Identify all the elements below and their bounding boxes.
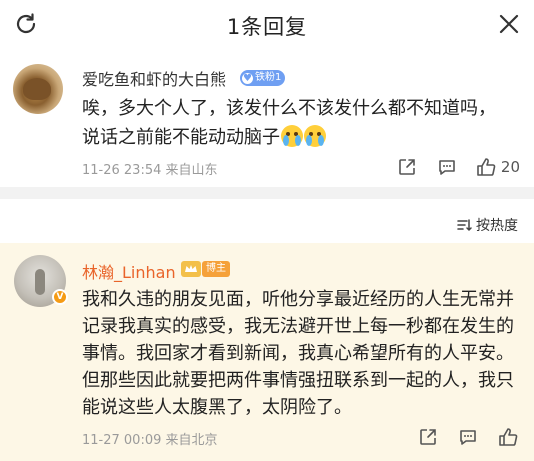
crying-face-icon — [281, 125, 303, 147]
reply-location: 来自北京 — [165, 433, 218, 448]
comment-text-line: 唉，多大个人了，该发什么不该发什么都不知道吗， — [82, 98, 496, 119]
comment-text-line: 说话之前能不能动动脑子 — [82, 127, 280, 148]
reply-username[interactable]: 林瀚_Linhan — [82, 259, 176, 283]
reply-text-line: 记录我真实的感受，我无法避开世上每一秒都在发生的 — [82, 316, 514, 337]
reply-text-line: 但那些因此就要把两件事情强扭联系到一起的人，我只 — [82, 370, 514, 391]
sort-label: 按热度 — [476, 218, 518, 234]
comment-actions: 20 — [379, 155, 520, 179]
sort-by-hot-button[interactable]: 按热度 — [456, 215, 518, 235]
fan-badge-label: 铁粉1 — [255, 72, 282, 83]
original-comment: 爱吃鱼和虾的大白熊 铁粉1 唉，多大个人了，该发什么不该发什么都不知道吗， 说话… — [0, 50, 534, 187]
comment-username[interactable]: 爱吃鱼和虾的大白熊 — [82, 66, 226, 90]
crown-icon — [180, 259, 202, 279]
comment-text-line-2: 说话之前能不能动动脑子 — [82, 123, 522, 152]
reply-text-line: 能说这些人太腹黑了，太阴险了。 — [82, 397, 352, 418]
share-icon[interactable] — [416, 425, 440, 449]
like-count: 20 — [500, 158, 520, 176]
reply-meta: 11-27 00:09 来自北京 — [82, 429, 218, 448]
blogger-badge: 博主 — [202, 261, 230, 277]
comment-icon[interactable] — [456, 425, 480, 449]
verified-badge: V — [52, 289, 68, 305]
like-button[interactable]: 20 — [475, 156, 520, 178]
comment-text: 唉，多大个人了，该发什么不该发什么都不知道吗， 说话之前能不能动动脑子 — [82, 94, 522, 152]
sort-icon — [457, 219, 472, 231]
comment-time: 11-26 23:54 — [82, 163, 162, 178]
page-title: 1条回复 — [226, 15, 308, 39]
reply-text: 我和久违的朋友见面，听他分享最近经历的人生无常并 记录我真实的感受，我无法避开世… — [82, 286, 522, 421]
reply-time: 11-27 00:09 — [82, 433, 162, 448]
section-divider — [0, 187, 534, 199]
comment-icon[interactable] — [435, 155, 459, 179]
sort-bar: 按热度 — [0, 199, 534, 243]
reply-text-line: 我和久违的朋友见面，听他分享最近经历的人生无常并 — [82, 289, 514, 310]
crying-face-icon — [304, 125, 326, 147]
fan-heart-icon — [242, 71, 253, 87]
like-icon[interactable] — [496, 425, 520, 449]
fan-badge: 铁粉1 — [240, 70, 286, 87]
reply-actions — [400, 425, 520, 449]
like-icon — [477, 158, 496, 176]
avatar[interactable] — [13, 64, 63, 114]
reply-comment: V 林瀚_Linhan 博主 我和久违的朋友见面，听他分享最近经历的人生无常并 … — [0, 243, 534, 461]
close-icon[interactable] — [496, 11, 522, 37]
reply-text-line: 事情。我回家才看到新闻，我真心希望所有的人平安。 — [82, 343, 514, 364]
header-bar: 1条回复 — [0, 0, 534, 50]
share-icon[interactable] — [395, 155, 419, 179]
comment-location: 来自山东 — [165, 163, 218, 178]
comment-meta: 11-26 23:54 来自山东 — [82, 159, 218, 178]
